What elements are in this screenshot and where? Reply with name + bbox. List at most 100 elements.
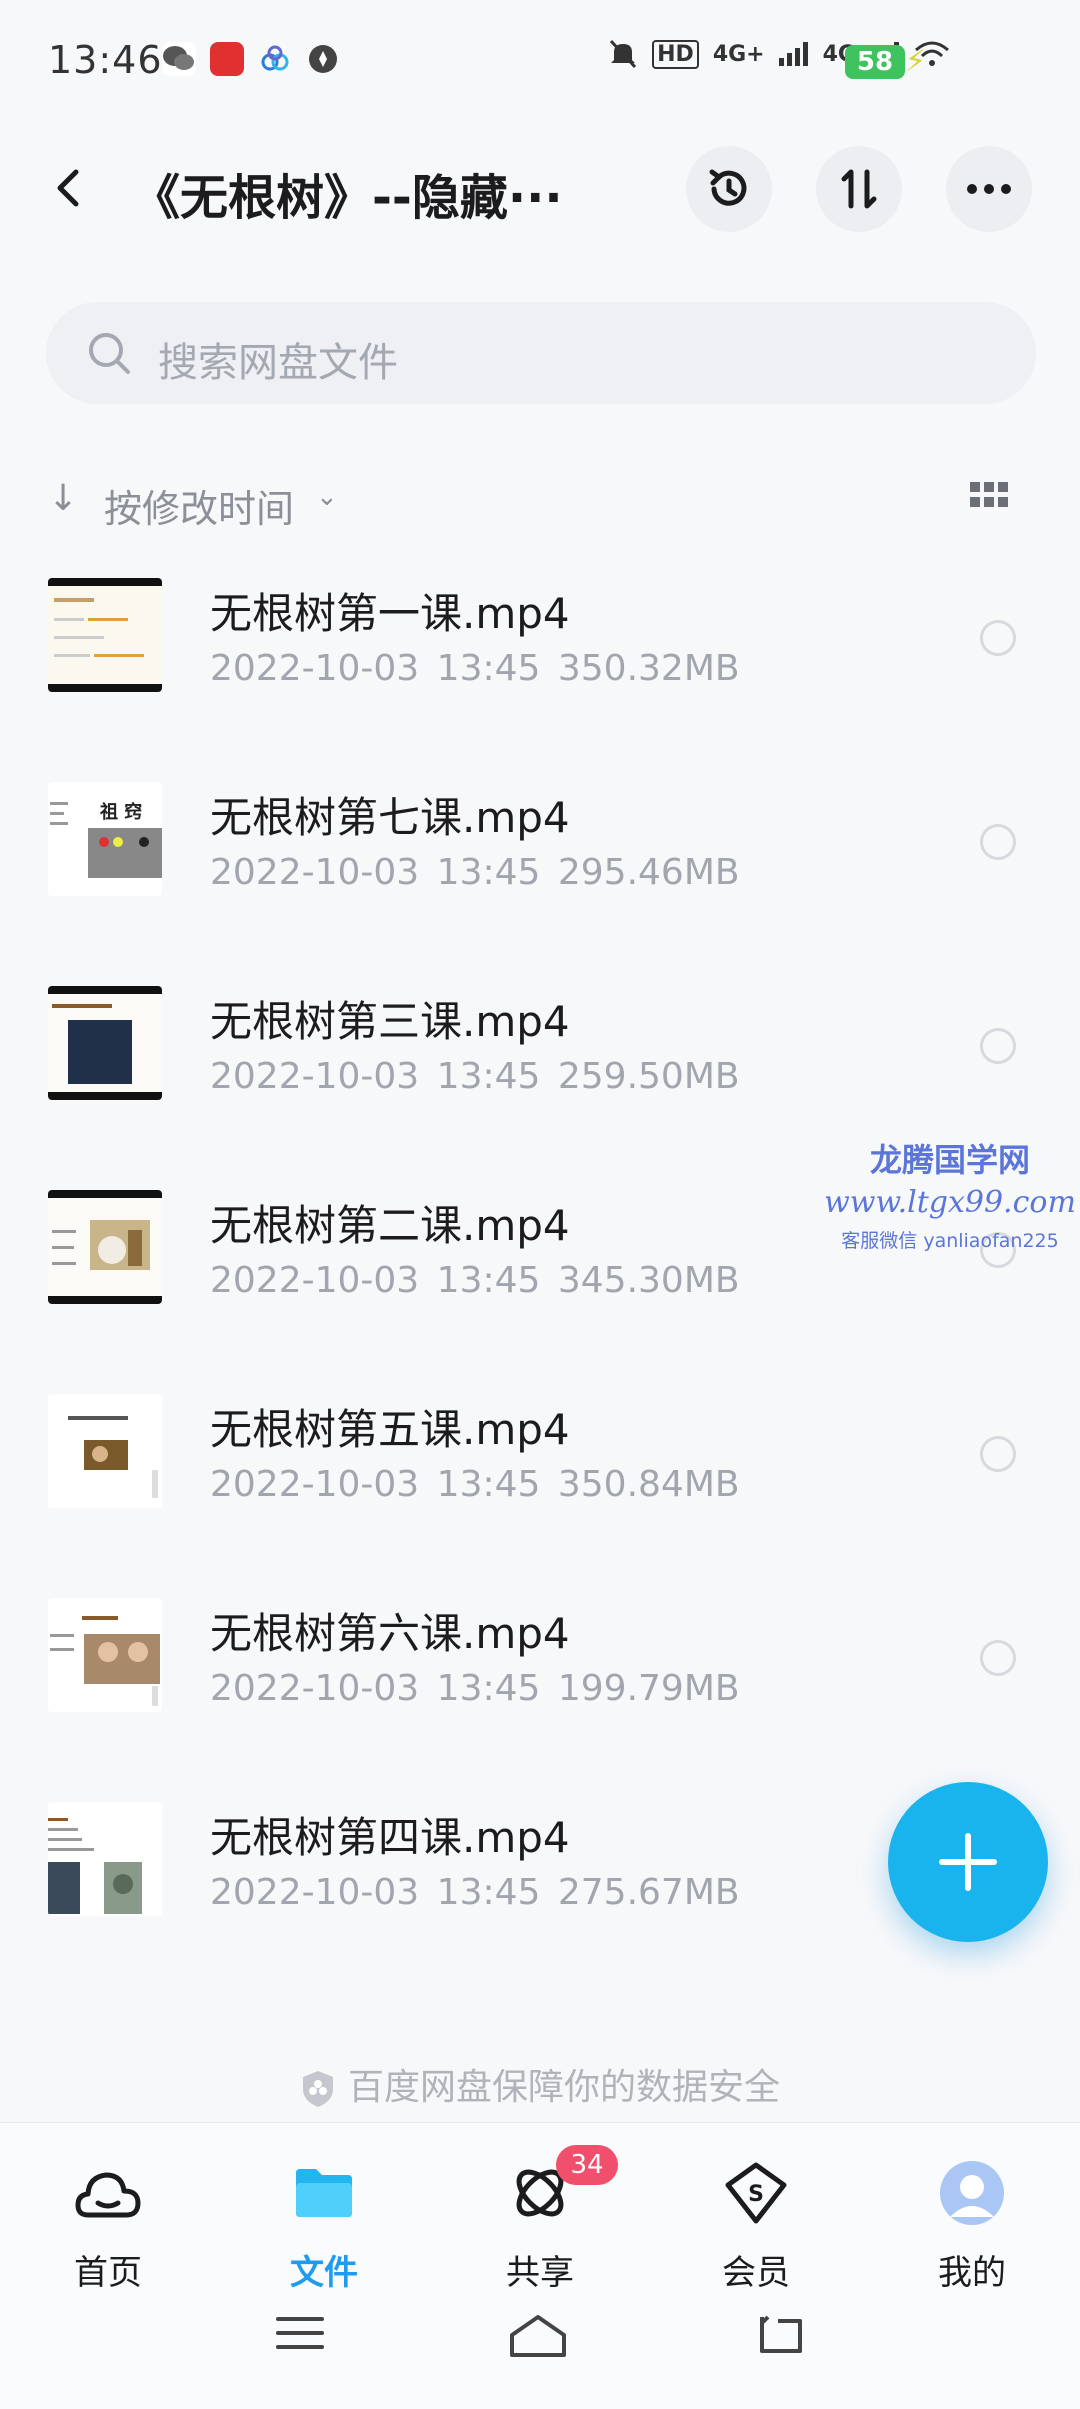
wechat-icon [162, 42, 196, 76]
file-size: 350.84MB [557, 1464, 740, 1505]
charging-icon: ⚡ [905, 44, 927, 79]
avatar-icon [940, 2161, 1004, 2225]
bottom-nav: 首页 文件 34 共享 S 会员 我的 [0, 2122, 1080, 2409]
file-name: 无根树第六课.mp4 [210, 1609, 570, 1658]
file-meta: 2022-10-03 13:45 259.50MB [210, 1056, 740, 1097]
file-size: 199.79MB [557, 1668, 740, 1709]
transfer-button[interactable] [816, 146, 902, 232]
tab-share[interactable]: 34 共享 [460, 2145, 620, 2293]
file-date: 2022-10-03 [210, 1872, 420, 1913]
file-name: 无根树第二课.mp4 [210, 1201, 570, 1250]
file-name: 无根树第四课.mp4 [210, 1813, 570, 1862]
header: 《无根树》--隐藏··· [0, 140, 1080, 240]
file-time: 13:45 [436, 648, 541, 689]
select-radio[interactable] [980, 620, 1016, 656]
file-size: 295.46MB [557, 852, 740, 893]
svg-text:祖 窍: 祖 窍 [99, 801, 142, 823]
file-date: 2022-10-03 [210, 1464, 420, 1505]
video-thumbnail [48, 578, 162, 692]
tab-share-label: 共享 [506, 2253, 574, 2293]
battery-indicator: 58 [845, 45, 905, 79]
search-icon [89, 333, 130, 374]
vip-diamond-icon: S [725, 2162, 787, 2224]
file-time: 13:45 [436, 1668, 541, 1709]
select-radio[interactable] [980, 1028, 1016, 1064]
file-date: 2022-10-03 [210, 648, 420, 689]
sort-label[interactable]: 按修改时间 [104, 478, 294, 533]
baidu-netdisk-icon [258, 42, 292, 76]
mute-icon [610, 39, 637, 69]
file-date: 2022-10-03 [210, 1056, 420, 1097]
tab-home[interactable]: 首页 [28, 2149, 188, 2293]
file-row[interactable]: 祖 窍 无根树第七课.mp4 2022-10-03 13:45 295.46MB [0, 764, 1080, 968]
system-nav-bar [0, 2313, 1080, 2383]
file-meta: 2022-10-03 13:45 295.46MB [210, 852, 740, 893]
file-meta: 2022-10-03 13:45 199.79MB [210, 1668, 740, 1709]
watermark: 龙腾国学网 www.ltgx99.com 客服微信 yanliaofan225 [820, 1135, 1080, 1253]
file-time: 13:45 [436, 852, 541, 893]
file-size: 259.50MB [557, 1056, 740, 1097]
shield-icon [302, 2071, 333, 2107]
video-thumbnail [48, 1802, 162, 1916]
compass-icon [306, 42, 340, 76]
watermark-title: 龙腾国学网 [869, 1141, 1030, 1179]
signal-a-icon [778, 42, 808, 66]
search-bar[interactable]: 搜索网盘文件 [46, 302, 1036, 404]
file-date: 2022-10-03 [210, 1668, 420, 1709]
file-meta: 2022-10-03 13:45 275.67MB [210, 1872, 740, 1913]
select-radio[interactable] [980, 1436, 1016, 1472]
video-thumbnail [48, 1394, 162, 1508]
select-radio[interactable] [980, 824, 1016, 860]
sort-bar: ↓ 按修改时间 ⌄ [48, 472, 1038, 532]
file-meta: 2022-10-03 13:45 350.32MB [210, 648, 740, 689]
video-thumbnail [48, 1190, 162, 1304]
status-time: 13:46 [48, 38, 163, 82]
history-button[interactable] [686, 146, 772, 232]
tab-files[interactable]: 文件 [244, 2149, 404, 2293]
share-badge: 34 [556, 2145, 618, 2185]
file-date: 2022-10-03 [210, 1260, 420, 1301]
file-meta: 2022-10-03 13:45 350.84MB [210, 1464, 740, 1505]
sort-direction-icon[interactable]: ↓ [48, 478, 78, 519]
menu-icon[interactable] [276, 2313, 324, 2353]
add-button[interactable] [888, 1782, 1048, 1942]
folder-icon [296, 2169, 352, 2217]
select-radio[interactable] [980, 1640, 1016, 1676]
home-icon[interactable] [508, 2313, 568, 2359]
file-name: 无根树第七课.mp4 [210, 793, 570, 842]
chevron-down-icon[interactable]: ⌄ [316, 482, 338, 512]
page-title: 《无根树》--隐藏··· [132, 170, 563, 226]
notification-icons [162, 42, 340, 76]
transfer-icon [841, 169, 877, 209]
file-row[interactable]: 无根树第一课.mp4 2022-10-03 13:45 350.32MB [0, 560, 1080, 764]
tab-me[interactable]: 我的 [892, 2149, 1052, 2293]
history-icon [709, 169, 747, 206]
grid-view-icon[interactable] [970, 482, 1008, 508]
file-time: 13:45 [436, 1260, 541, 1301]
tab-files-label: 文件 [290, 2253, 358, 2293]
file-row[interactable]: 无根树第五课.mp4 2022-10-03 13:45 350.84MB [0, 1376, 1080, 1580]
return-icon[interactable] [754, 2313, 804, 2355]
file-meta: 2022-10-03 13:45 345.30MB [210, 1260, 740, 1301]
tab-home-label: 首页 [74, 2253, 142, 2293]
file-row[interactable]: 无根树第六课.mp4 2022-10-03 13:45 199.79MB [0, 1580, 1080, 1784]
watermark-contact: 客服微信 yanliaofan225 [841, 1230, 1059, 1252]
file-size: 345.30MB [557, 1260, 740, 1301]
file-time: 13:45 [436, 1464, 541, 1505]
back-button[interactable] [50, 168, 90, 208]
watermark-url: www.ltgx99.com [824, 1185, 1076, 1220]
svg-text:S: S [748, 2182, 764, 2207]
app-notification-icon [210, 42, 244, 76]
back-arrow-icon [57, 169, 79, 207]
file-name: 无根树第五课.mp4 [210, 1405, 570, 1454]
file-date: 2022-10-03 [210, 852, 420, 893]
tab-vip-label: 会员 [722, 2253, 790, 2293]
more-button[interactable] [946, 146, 1032, 232]
video-thumbnail [48, 986, 162, 1100]
status-bar: 13:46 HD 4G+ 4G 58 ⚡ [0, 0, 1080, 125]
tab-vip[interactable]: S 会员 [676, 2149, 836, 2293]
safety-text: 百度网盘保障你的数据安全 [347, 2067, 780, 2108]
tab-me-label: 我的 [938, 2253, 1006, 2293]
network-a-label: 4G+ [712, 41, 765, 67]
video-thumbnail: 祖 窍 [48, 782, 162, 896]
